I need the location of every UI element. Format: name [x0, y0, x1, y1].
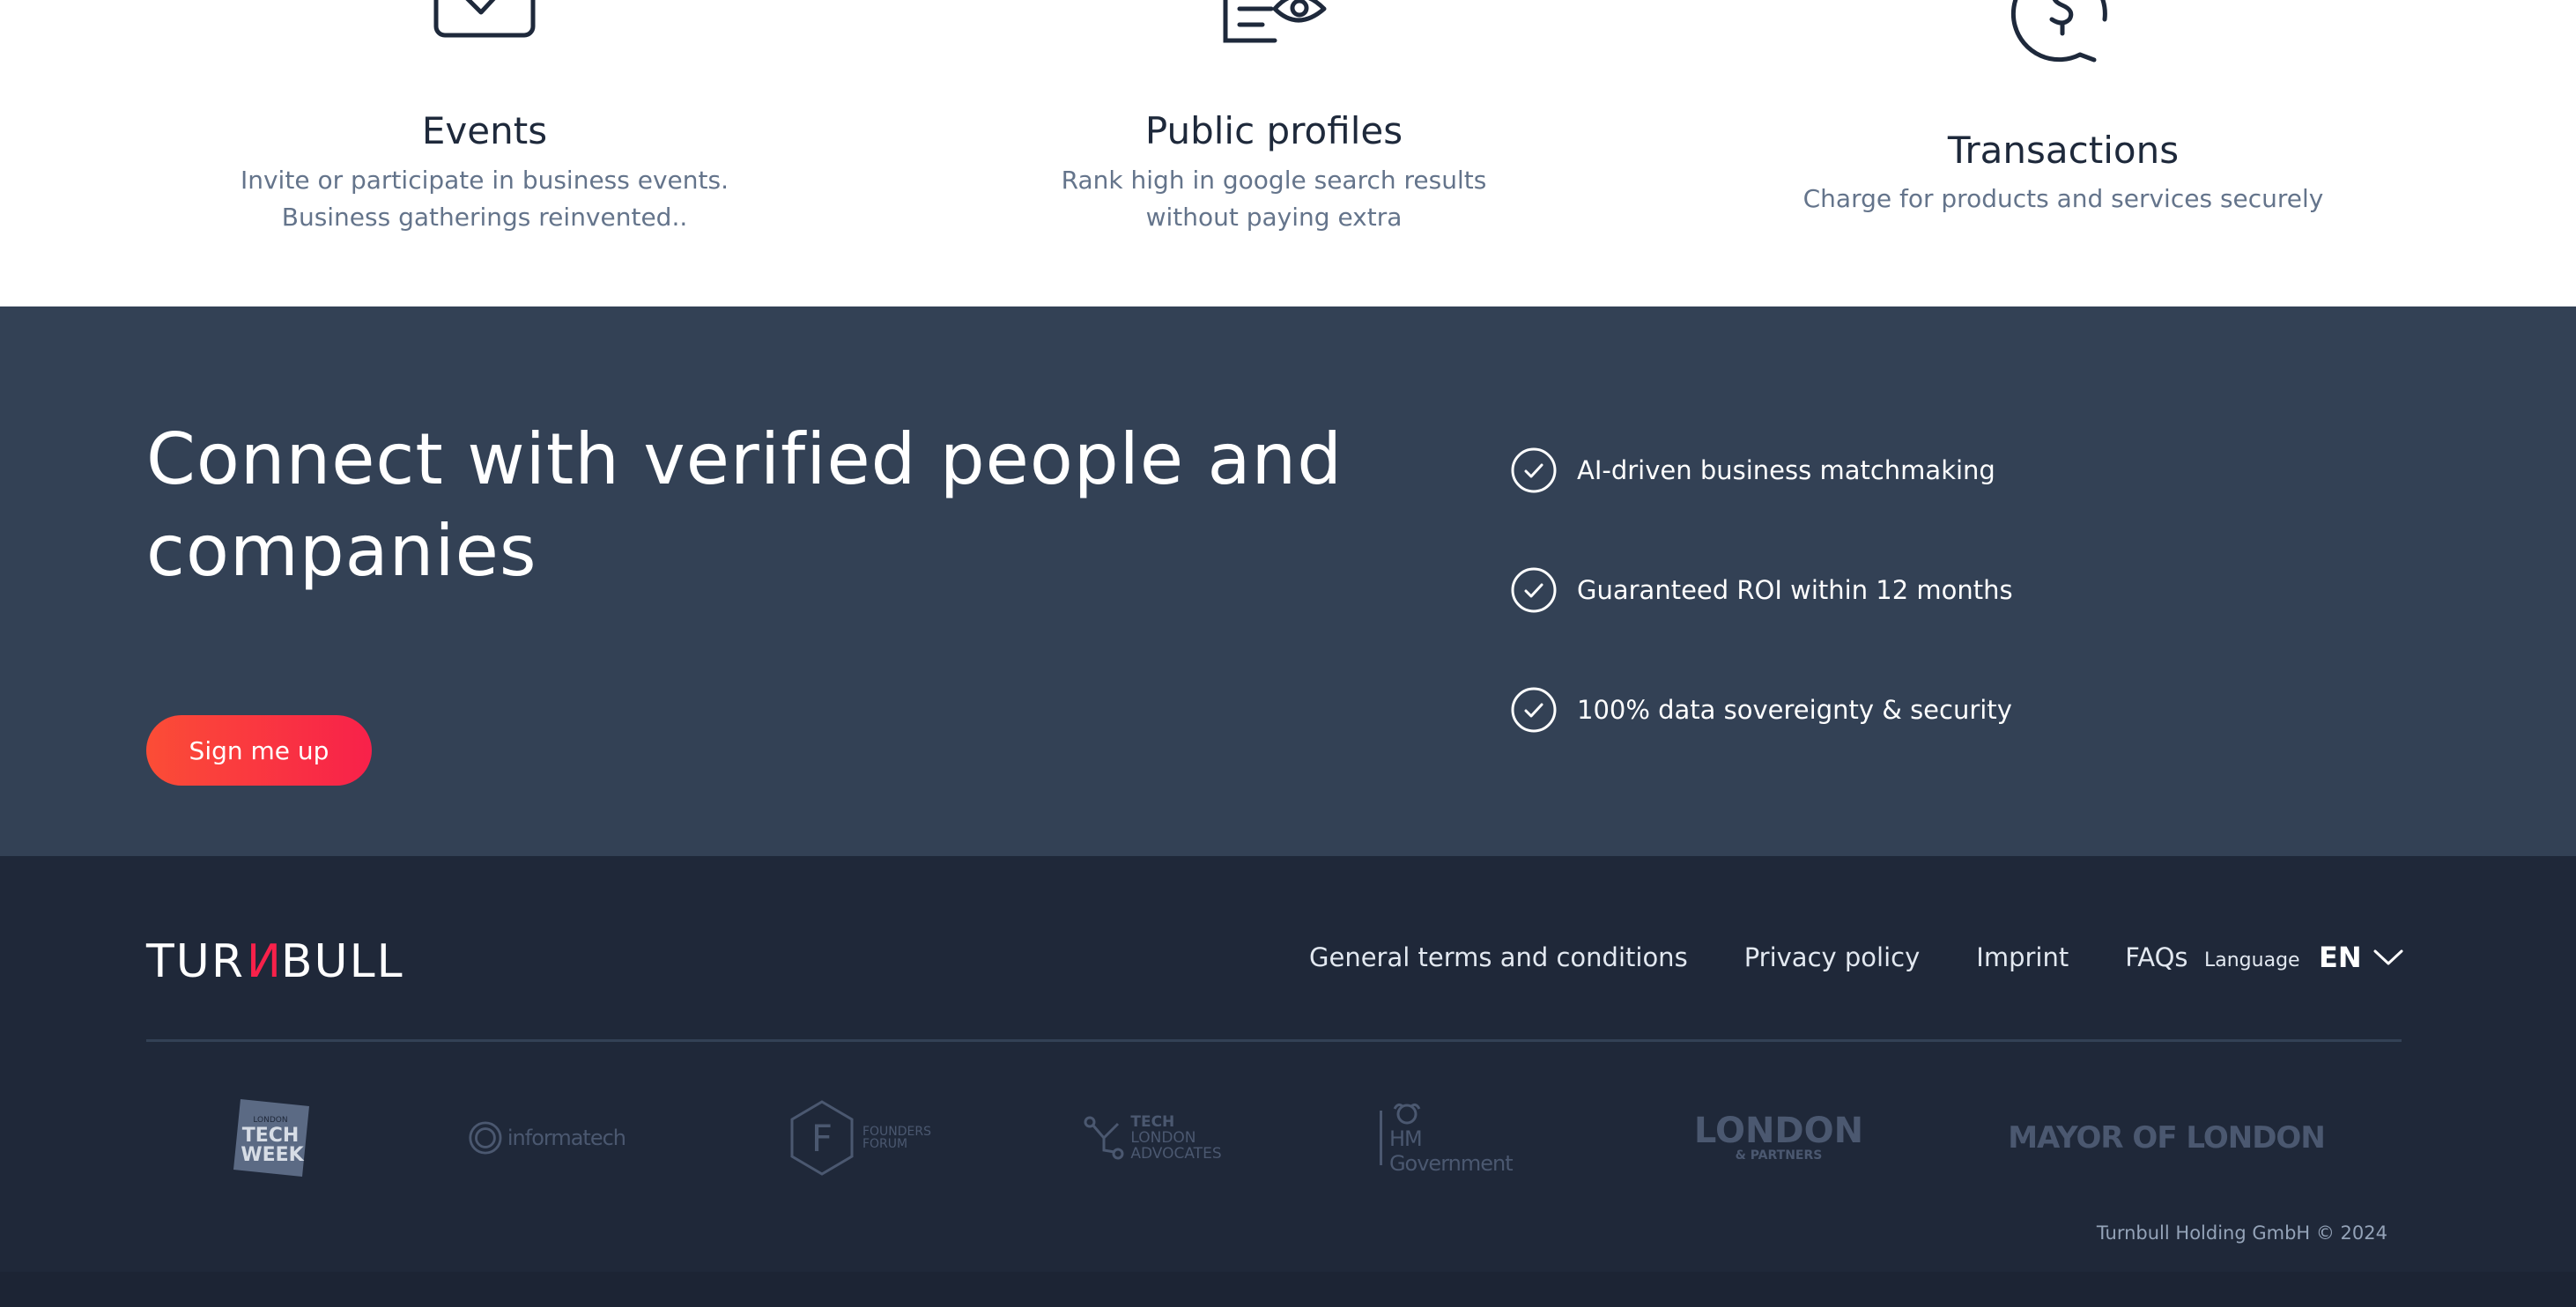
language-label: Language [2204, 949, 2300, 971]
sign-up-button[interactable]: Sign me up [146, 715, 372, 786]
features-section: Events Invite or participate in business… [0, 0, 2576, 306]
language-select[interactable]: EN [2319, 941, 2404, 974]
feature-title: Transactions [1947, 129, 2180, 172]
footer-bottom-band [0, 1272, 2576, 1307]
footer: TURNBULL General terms and conditions Pr… [0, 856, 2576, 1307]
benefit-item: AI-driven business matchmaking [1510, 446, 1995, 495]
benefit-text: Guaranteed ROI within 12 months [1577, 575, 2013, 605]
logo-accent-letter: N [244, 935, 281, 988]
svg-text:F: F [811, 1117, 833, 1160]
footer-link-privacy[interactable]: Privacy policy [1744, 942, 1921, 972]
benefit-text: 100% data sovereignty & security [1577, 695, 2012, 725]
feature-description-line: without paying extra [1145, 203, 1403, 232]
svg-text:LONDON: LONDON [253, 1116, 287, 1125]
footer-link-faqs[interactable]: FAQs [2125, 942, 2187, 972]
partner-logo-founders-forum: F FOUNDERS FORUM [784, 1094, 934, 1182]
feature-description-line: Charge for products and services securel… [1802, 184, 2324, 213]
check-circle-icon [1511, 567, 1557, 613]
cta-heading: Connect with verified people and compani… [146, 418, 1343, 592]
partner-logo-mayor-of-london: MAYOR OF LONDON [2008, 1120, 2326, 1156]
language-value: EN [2319, 941, 2362, 974]
benefit-text: AI-driven business matchmaking [1577, 455, 1995, 485]
benefit-item: 100% data sovereignty & security [1510, 685, 2012, 735]
partner-logo-tech-london-advocates: TECH LONDON ADVOCATES [1082, 1094, 1223, 1182]
logo-text: BULL [280, 935, 404, 988]
feature-description-line: Invite or participate in business events… [240, 166, 729, 195]
footer-link-terms[interactable]: General terms and conditions [1309, 942, 1688, 972]
check-circle-icon [1511, 687, 1557, 733]
profile-eye-icon [1223, 0, 1327, 43]
copyright-text: Turnbull Holding GmbH © 2024 [2096, 1222, 2387, 1244]
feature-description-line: Business gatherings reinvented.. [281, 203, 688, 232]
feature-description-line: Rank high in google search results [1061, 166, 1487, 195]
feature-title: Public profiles [1144, 109, 1403, 152]
calendar-check-icon [433, 0, 536, 38]
partner-logo-london-partners: LONDON & PARTNERS [1693, 1111, 1864, 1163]
chevron-down-icon [2373, 949, 2403, 965]
footer-nav: General terms and conditions Privacy pol… [1309, 942, 2188, 972]
partner-logo-london-tech-week: LONDON TECH WEEK [222, 1094, 319, 1182]
dollar-circle-icon [2010, 0, 2107, 63]
check-circle-icon [1511, 447, 1557, 493]
crest-icon [1393, 1103, 1421, 1125]
feature-title: Events [421, 109, 548, 152]
partner-logo-hm-government: HM Government [1380, 1094, 1547, 1182]
partner-logo-informa-tech: informatech [467, 1094, 626, 1182]
turnbull-logo[interactable]: TURNBULL [146, 935, 404, 988]
footer-divider [146, 1039, 2402, 1042]
logo-text: TUR [146, 935, 245, 988]
footer-link-imprint[interactable]: Imprint [1976, 942, 2069, 972]
benefit-item: Guaranteed ROI within 12 months [1510, 565, 2013, 615]
cta-section: Connect with verified people and compani… [0, 306, 2576, 856]
partner-logos: LONDON TECH WEEK informatech F FOUNDERS … [0, 1094, 2576, 1182]
svg-text:WEEK: WEEK [241, 1144, 304, 1166]
